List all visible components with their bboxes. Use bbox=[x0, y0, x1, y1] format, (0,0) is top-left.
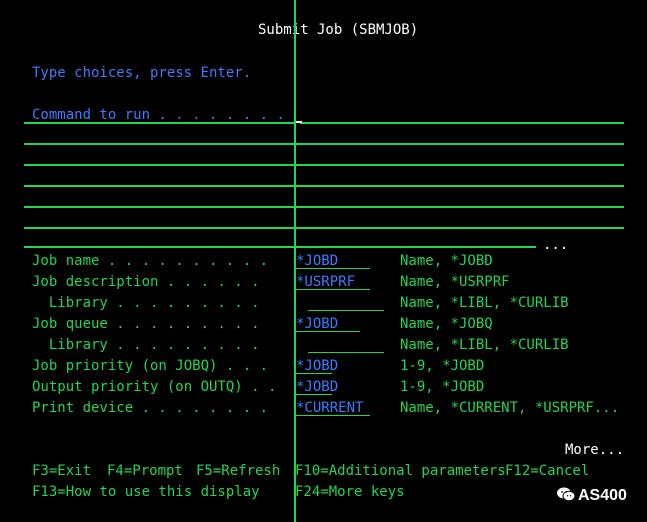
f5-refresh-key[interactable]: F5=Refresh bbox=[196, 464, 280, 478]
param-info: Name, *JOBQ bbox=[400, 316, 493, 332]
param-label: Print device . . . . . . . . bbox=[32, 400, 269, 416]
command-line-2[interactable] bbox=[24, 143, 624, 145]
param-label: Job name . . . . . . . . . . bbox=[32, 253, 269, 269]
command-line-3[interactable] bbox=[24, 164, 624, 166]
jobq-library-field[interactable] bbox=[308, 337, 384, 353]
more-indicator: More... bbox=[565, 442, 625, 458]
param-info: 1-9, *JOBD bbox=[400, 358, 485, 374]
job-queue-field[interactable]: *JOBD bbox=[294, 316, 360, 332]
param-info: 1-9, *JOBD bbox=[400, 379, 485, 395]
f10-additional-parameters-key[interactable]: F10=Additional parameters bbox=[295, 464, 506, 478]
field-value: *CURRENT bbox=[296, 400, 364, 416]
output-priority-field[interactable]: *JOBD bbox=[294, 379, 338, 395]
command-line-1a[interactable] bbox=[24, 122, 296, 124]
field-value: *JOBD bbox=[296, 316, 339, 332]
command-label: Command to run . . . . . . . . bbox=[32, 107, 285, 123]
command-line-4[interactable] bbox=[24, 185, 624, 187]
field-value: *JOBD bbox=[296, 253, 339, 269]
param-label: Job description . . . . . . bbox=[32, 274, 260, 290]
f4-prompt-key[interactable]: F4=Prompt bbox=[107, 464, 183, 478]
param-info: Name, *JOBD bbox=[400, 253, 493, 269]
jobd-library-field[interactable] bbox=[308, 295, 384, 311]
f12-cancel-key[interactable]: F12=Cancel bbox=[505, 464, 589, 478]
screen-title: Submit Job (SBMJOB) bbox=[258, 22, 419, 38]
f3-exit-key[interactable]: F3=Exit bbox=[32, 464, 91, 478]
f24-more-keys[interactable]: F24=More keys bbox=[295, 485, 405, 499]
watermark-text: AS400 bbox=[578, 487, 627, 504]
command-line-1b[interactable] bbox=[300, 122, 624, 124]
print-device-field[interactable]: *CURRENT bbox=[294, 400, 370, 416]
command-more-ellipsis: ... bbox=[543, 237, 569, 253]
field-value: *JOBD bbox=[296, 379, 339, 395]
param-info: Name, *LIBL, *CURLIB bbox=[400, 295, 569, 311]
param-info: Name, *USRPRF bbox=[400, 274, 510, 290]
param-info: Name, *CURRENT, *USRPRF... bbox=[400, 400, 620, 416]
param-label: Library . . . . . . . . . bbox=[32, 337, 260, 353]
text-cursor bbox=[296, 121, 302, 123]
command-line-6[interactable] bbox=[24, 227, 624, 229]
param-label: Job queue . . . . . . . . . bbox=[32, 316, 260, 332]
field-value: *USRPRF bbox=[296, 274, 356, 290]
field-value: *JOBD bbox=[296, 358, 339, 374]
job-priority-field[interactable]: *JOBD bbox=[294, 358, 338, 374]
f13-help-key[interactable]: F13=How to use this display bbox=[32, 485, 260, 499]
command-line-7[interactable] bbox=[24, 246, 536, 248]
command-line-5[interactable] bbox=[24, 206, 624, 208]
param-info: Name, *LIBL, *CURLIB bbox=[400, 337, 569, 353]
param-label: Output priority (on OUTQ) . . bbox=[32, 379, 277, 395]
instruction-text: Type choices, press Enter. bbox=[32, 65, 252, 81]
cursor-column-bar bbox=[294, 0, 296, 522]
job-description-field[interactable]: *USRPRF bbox=[294, 274, 370, 290]
param-label: Library . . . . . . . . . bbox=[32, 295, 260, 311]
param-label: Job priority (on JOBQ) . . . bbox=[32, 358, 269, 374]
job-name-field[interactable]: *JOBD bbox=[294, 253, 370, 269]
wechat-icon bbox=[557, 487, 576, 502]
